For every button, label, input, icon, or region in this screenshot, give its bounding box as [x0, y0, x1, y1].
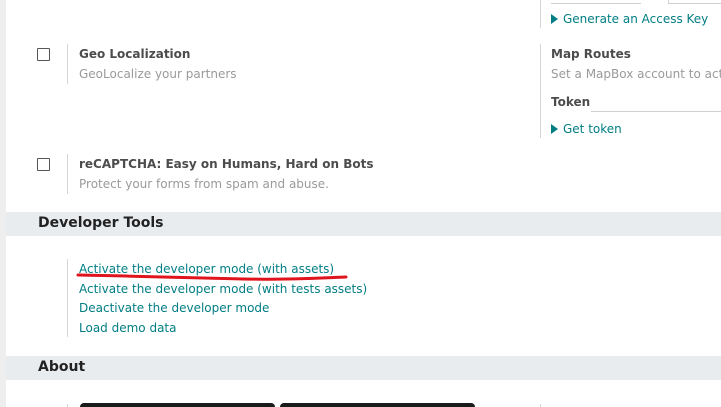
arrow-right-icon: [551, 123, 558, 134]
map-routes-description: Set a MapBox account to activ: [551, 67, 721, 81]
top-right-divider: [540, 0, 541, 28]
recaptcha-description: Protect your forms from spam and abuse.: [79, 177, 329, 191]
map-routes-divider: [540, 44, 541, 138]
top-field-divider: [668, 0, 669, 4]
red-underline-annotation: [76, 273, 348, 281]
deactivate-dev-mode-link[interactable]: Deactivate the developer mode: [79, 301, 269, 315]
about-heading: About: [38, 359, 86, 375]
about-button-2[interactable]: [280, 403, 475, 407]
load-demo-data-link[interactable]: Load demo data: [79, 321, 176, 335]
get-token-link[interactable]: Get token: [551, 122, 622, 136]
token-input[interactable]: [591, 95, 721, 112]
generate-access-key-link[interactable]: Generate an Access Key: [551, 12, 708, 26]
activate-dev-mode-tests-assets-link[interactable]: Activate the developer mode (with tests …: [79, 282, 367, 296]
geo-localization-description: GeoLocalize your partners: [79, 67, 237, 81]
map-routes-title: Map Routes: [551, 47, 631, 61]
geo-localization-title: Geo Localization: [79, 47, 191, 61]
developer-tools-divider: [67, 259, 68, 337]
recaptcha-checkbox[interactable]: [37, 158, 50, 171]
top-field-underline-1: [551, 3, 641, 4]
left-gutter: [0, 0, 6, 407]
geo-divider: [67, 44, 68, 84]
generate-access-key-label: Generate an Access Key: [563, 12, 709, 26]
geo-localization-checkbox[interactable]: [37, 48, 50, 61]
token-label: Token: [551, 95, 591, 109]
developer-tools-header: Developer Tools: [6, 212, 721, 236]
top-field-underline-2: [668, 3, 721, 4]
about-button-1[interactable]: [80, 403, 275, 407]
get-token-label: Get token: [563, 122, 622, 136]
about-header: About: [6, 356, 721, 380]
recaptcha-title: reCAPTCHA: Easy on Humans, Hard on Bots: [79, 157, 374, 171]
arrow-right-icon: [551, 13, 558, 24]
recaptcha-divider: [67, 154, 68, 194]
developer-tools-heading: Developer Tools: [38, 215, 164, 231]
